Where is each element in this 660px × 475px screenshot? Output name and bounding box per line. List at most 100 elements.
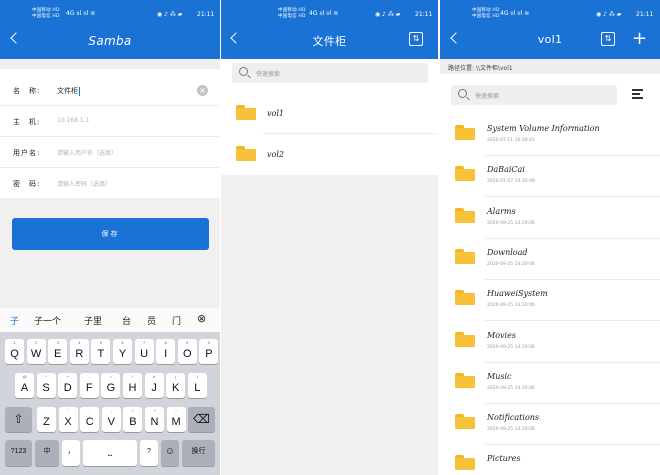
search-input[interactable]: 快速搜索 [451, 85, 617, 105]
folder-date: 2020-09-25 14:20:06 [487, 385, 535, 391]
key-n[interactable]: ? N [145, 407, 164, 432]
symbols-key[interactable]: ?123 [5, 440, 32, 466]
key-z[interactable]: ' Z [37, 407, 56, 432]
folder-name: DaBaiCai [487, 165, 525, 175]
key-f[interactable]: -F [79, 373, 99, 398]
status-bar: 中国移动 HD 中国电信 HD 4G ııl ııl ≋ ◉ ♪ ⁂ ▰ 21:… [440, 0, 660, 22]
key-j[interactable]: # J [144, 373, 164, 398]
sort-icon[interactable]: ⇅ [601, 32, 615, 46]
folder-icon [455, 125, 475, 140]
key-c[interactable]: :C [80, 407, 100, 432]
key-g[interactable]: = G [101, 373, 121, 398]
volume-screen: 中国移动 HD 中国电信 HD 4G ııl ııl ≋ ◉ ♪ ⁂ ▰ 21:… [440, 0, 660, 475]
question-key[interactable]: ? [140, 440, 158, 466]
folder-name[interactable]: vol2 [267, 150, 284, 159]
key-d[interactable]: + D [58, 373, 78, 398]
app-bar: 中国移动 HD 中国电信 HD 4G ııl ııl ≋ ◉ ♪ ⁂ ▰ 21:… [440, 0, 660, 59]
key-w[interactable]: 2W [26, 339, 46, 364]
samba-screen: 中国移动 HD 中国电信 HD 4G ııl ııl ≋ ◉ ♪ ⁂ ▰ 21:… [0, 0, 220, 475]
key-l[interactable]: ) L [187, 373, 207, 398]
folder-date: 2020-09-25 14:20:06 [487, 220, 535, 226]
candidate[interactable]: 台 [122, 314, 131, 327]
key-o[interactable]: 9O [177, 339, 197, 364]
host-label: 主 机: [13, 118, 41, 126]
comma-key[interactable]: ， [62, 440, 80, 466]
folder-icon [236, 105, 256, 120]
name-field-row[interactable]: 名 称: 文件柜 [0, 75, 220, 106]
folder-icon [236, 146, 256, 161]
key-e[interactable]: 3E [48, 339, 68, 364]
candidate[interactable]: 门 [172, 314, 181, 327]
app-bar: 中国移动 HD 中国电信 HD 4G ııl ııl ≋ ◉ ♪ ⁂ ▰ 21:… [221, 0, 438, 59]
backspace-icon[interactable]: ⌫ [188, 407, 215, 432]
status-bar: 中国移动 HD 中国电信 HD 4G ııl ııl ≋ ◉ ♪ ⁂ ▰ 21:… [0, 0, 220, 22]
key-m[interactable]: ~ M [166, 407, 186, 432]
key-t[interactable]: 5T [91, 339, 111, 364]
name-input[interactable]: 文件柜 [57, 86, 80, 96]
status-bar: 中国移动 HD 中国电信 HD 4G ııl ııl ≋ ◉ ♪ ⁂ ▰ 21:… [221, 0, 438, 22]
search-input[interactable]: 快速搜索 [232, 63, 428, 83]
name-label: 名 称: [13, 87, 41, 95]
key-s[interactable]: * S [36, 373, 56, 398]
folder-name[interactable]: vol1 [267, 109, 284, 118]
candidate[interactable]: 子一个 [34, 314, 61, 327]
emoji-icon[interactable]: ☺ [161, 440, 179, 466]
breadcrumb: 路径位置: \\文件柜\vol1 [440, 59, 660, 74]
page-title: vol1 [537, 33, 563, 46]
candidate[interactable]: 子里 [84, 314, 102, 327]
key-r[interactable]: 4R [69, 339, 89, 364]
search-icon [239, 67, 248, 76]
folder-name: Download [487, 247, 528, 257]
carrier-info: 中国移动 HD 中国电信 HD [278, 8, 306, 19]
key-p[interactable]: 0P [199, 339, 219, 364]
password-input[interactable]: 请输入密码（选填） [57, 179, 111, 188]
password-label: 密 码: [13, 180, 41, 188]
candidate[interactable]: 子 [10, 314, 19, 327]
key-k[interactable]: (K [166, 373, 186, 398]
key-y[interactable]: 6Y [113, 339, 132, 364]
folder-name: HuaweiSystem [487, 289, 548, 299]
folder-icon [455, 248, 475, 264]
enter-key[interactable]: 换行 [182, 440, 215, 466]
space-key[interactable]: ⎵ [83, 440, 137, 466]
sort-order-icon[interactable] [632, 87, 646, 101]
folder-icon [455, 414, 475, 430]
candidate[interactable]: 员 [147, 314, 156, 327]
key-h[interactable]: / H [123, 373, 142, 398]
password-field-row[interactable]: 密 码: 请输入密码（选填） [0, 168, 220, 199]
key-a[interactable]: @ A [15, 373, 34, 398]
sort-icon[interactable]: ⇅ [409, 32, 423, 46]
app-bar: 中国移动 HD 中国电信 HD 4G ııl ııl ≋ ◉ ♪ ⁂ ▰ 21:… [0, 0, 220, 59]
key-i[interactable]: 8I [156, 339, 176, 364]
page-title: Samba [88, 34, 132, 48]
signal-icon: 4G ııl ııl ≋ [500, 10, 530, 17]
signal-icon: 4G ııl ııl ≋ [66, 10, 96, 17]
clock: 21:11 [415, 11, 433, 18]
folder-name: Movies [487, 330, 516, 340]
key-u[interactable]: 7U [134, 339, 154, 364]
search-icon [458, 89, 467, 98]
folder-date: 2020-09-25 14:20:06 [487, 303, 535, 309]
save-button[interactable]: 保存 [12, 218, 209, 250]
language-key[interactable]: 中 [35, 440, 59, 466]
folder-icon [455, 455, 475, 471]
shift-icon[interactable]: ⇧ [5, 407, 32, 432]
host-field-row[interactable]: 主 机: 10.168.1.1 [0, 106, 220, 137]
username-field-row[interactable]: 用户名: 请输入用户名（选填） [0, 137, 220, 168]
key-q[interactable]: 1Q [5, 339, 24, 364]
username-input[interactable]: 请输入用户名（选填） [57, 148, 117, 157]
folder-name: Alarms [487, 206, 516, 216]
clear-icon[interactable]: × [197, 85, 208, 96]
folder-name: Notifications [487, 413, 540, 423]
key-v[interactable]: ; V [101, 407, 121, 432]
host-input[interactable]: 10.168.1.1 [57, 117, 89, 124]
add-icon[interactable]: + [632, 30, 647, 48]
key-b[interactable]: ! B [123, 407, 143, 432]
signal-icon: 4G ııl ııl ≋ [309, 10, 339, 17]
key-x[interactable]: " X [58, 407, 78, 432]
folder-name: System Volume Information [487, 124, 600, 133]
clock: 21:11 [636, 11, 654, 18]
folder-name: Music [487, 371, 512, 381]
folder-icon [455, 290, 475, 306]
collapse-candidates-icon[interactable]: ⊗ [197, 312, 206, 325]
